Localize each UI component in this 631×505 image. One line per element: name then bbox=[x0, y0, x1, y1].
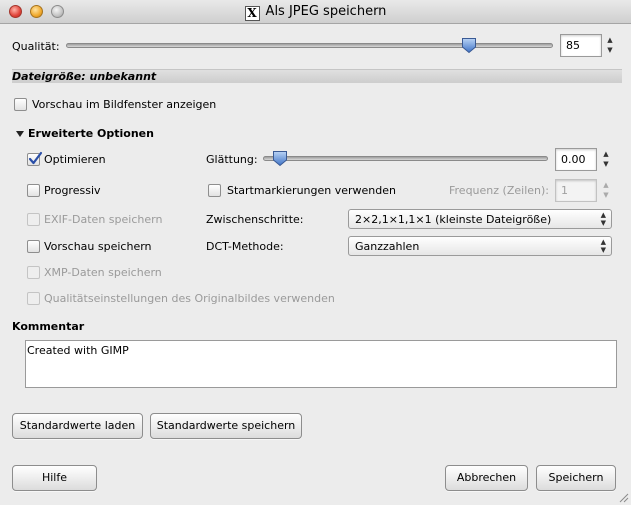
quality-label: Qualität: bbox=[12, 40, 60, 53]
select-arrows-icon: ▲ ▼ bbox=[600, 211, 606, 227]
optimize-label: Optimieren bbox=[44, 153, 106, 166]
original-quality-checkbox[interactable] bbox=[27, 292, 40, 305]
restart-markers-label: Startmarkierungen verwenden bbox=[227, 184, 396, 197]
smoothing-value-field[interactable]: 0.00 bbox=[555, 148, 597, 171]
advanced-options-header[interactable]: Erweiterte Optionen bbox=[28, 127, 154, 140]
jpeg-save-dialog: X Als JPEG speichern Qualität: 85 ▲ ▼ Date… bbox=[0, 0, 631, 505]
subsampling-select[interactable]: 2×2,1×1,1×1 (kleinste Dateigröße) ▲ ▼ bbox=[348, 209, 612, 229]
window-title-area: X Als JPEG speichern bbox=[0, 4, 631, 21]
smoothing-spin-arrows[interactable]: ▲ ▼ bbox=[601, 149, 611, 172]
load-defaults-button[interactable]: Standardwerte laden bbox=[12, 413, 143, 439]
save-defaults-button[interactable]: Standardwerte speichern bbox=[150, 413, 302, 439]
title-bar: X Als JPEG speichern bbox=[0, 0, 631, 24]
smoothing-label: Glättung: bbox=[206, 153, 258, 166]
dct-selected: Ganzzahlen bbox=[355, 240, 420, 253]
xmp-checkbox[interactable] bbox=[27, 266, 40, 279]
help-button[interactable]: Hilfe bbox=[12, 465, 97, 491]
filesize-label: Dateigröße: unbekannt bbox=[12, 70, 157, 83]
preview-label: Vorschau im Bildfenster anzeigen bbox=[32, 98, 217, 111]
progressive-label: Progressiv bbox=[44, 184, 101, 197]
quality-slider-track[interactable] bbox=[66, 43, 553, 48]
save-button[interactable]: Speichern bbox=[536, 465, 616, 491]
dct-label: DCT-Methode: bbox=[206, 240, 284, 253]
xmp-label: XMP-Daten speichern bbox=[44, 266, 162, 279]
original-quality-label: Qualitätseinstellungen des Originalbilde… bbox=[44, 292, 335, 305]
subsampling-label: Zwischenschritte: bbox=[206, 213, 304, 226]
thumbnail-checkbox[interactable] bbox=[27, 240, 40, 253]
quality-spin-arrows[interactable]: ▲ ▼ bbox=[605, 35, 615, 58]
select-arrows-icon: ▲ ▼ bbox=[600, 238, 606, 254]
frequency-label: Frequenz (Zeilen): bbox=[449, 184, 549, 197]
smoothing-slider-track[interactable] bbox=[263, 156, 548, 161]
preview-checkbox[interactable] bbox=[14, 98, 27, 111]
progressive-checkbox[interactable] bbox=[27, 184, 40, 197]
x11-icon: X bbox=[244, 6, 260, 21]
frequency-value-field[interactable]: 1 bbox=[555, 179, 597, 202]
exif-checkbox[interactable] bbox=[27, 213, 40, 226]
quality-value-field[interactable]: 85 bbox=[560, 34, 602, 57]
comment-textarea[interactable]: Created with GIMP bbox=[25, 340, 617, 388]
subsampling-selected: 2×2,1×1,1×1 (kleinste Dateigröße) bbox=[355, 213, 552, 226]
optimize-checkbox[interactable] bbox=[27, 151, 43, 166]
expander-triangle-icon[interactable] bbox=[16, 131, 24, 137]
thumbnail-label: Vorschau speichern bbox=[44, 240, 152, 253]
exif-label: EXIF-Daten speichern bbox=[44, 213, 163, 226]
frequency-spin-arrows[interactable]: ▲ ▼ bbox=[601, 180, 611, 203]
checkmark-icon bbox=[28, 151, 43, 165]
comment-label: Kommentar bbox=[12, 320, 85, 333]
restart-markers-checkbox[interactable] bbox=[208, 184, 221, 197]
quality-slider-thumb[interactable] bbox=[461, 37, 477, 54]
filesize-bar: Dateigröße: unbekannt bbox=[12, 69, 622, 83]
window-title: Als JPEG speichern bbox=[265, 4, 387, 19]
resize-grip-icon[interactable] bbox=[617, 491, 629, 503]
smoothing-slider-thumb[interactable] bbox=[272, 150, 288, 167]
cancel-button[interactable]: Abbrechen bbox=[445, 465, 528, 491]
dct-select[interactable]: Ganzzahlen ▲ ▼ bbox=[348, 236, 612, 256]
